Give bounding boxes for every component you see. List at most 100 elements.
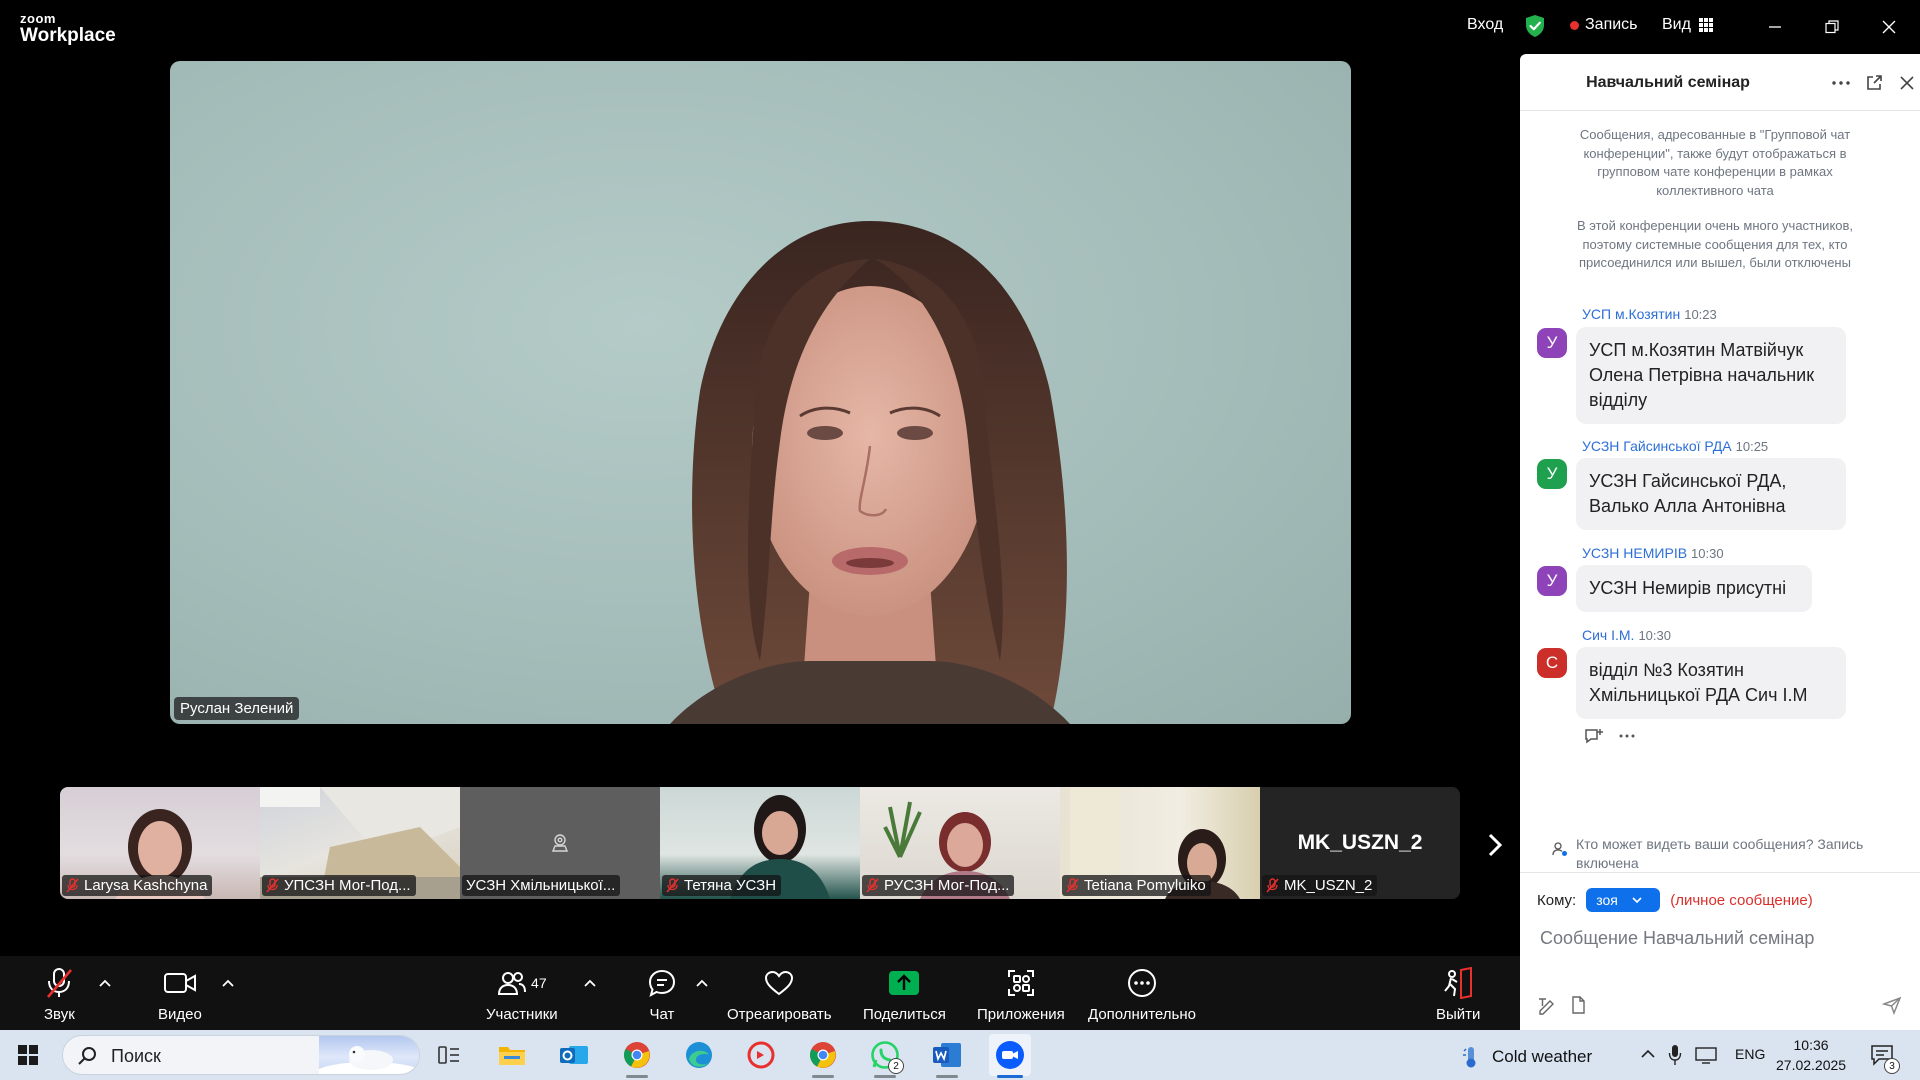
apps-label: Приложения	[977, 1006, 1065, 1023]
next-page-arrow-icon[interactable]	[1480, 820, 1510, 870]
participants-icon	[498, 972, 527, 995]
message-header: УСП м.Козятин 10:23	[1582, 306, 1717, 322]
file-explorer-icon[interactable]	[491, 1034, 533, 1076]
more-actions-icon[interactable]	[1619, 734, 1635, 738]
recipient-row: Кому: зоя (личное сообщение)	[1537, 888, 1813, 912]
taskbar-search[interactable]: Поиск	[62, 1035, 420, 1075]
audio-options-chevron-icon[interactable]	[98, 978, 112, 988]
view-button[interactable]: Вид	[1662, 16, 1713, 34]
message-input[interactable]: Сообщение Навчальний семінар	[1540, 928, 1814, 949]
system-message: Сообщения, адресованные в "Групповой чат…	[1579, 127, 1851, 198]
participant-tile[interactable]: Тетяна УСЗН	[660, 787, 860, 899]
participant-tile[interactable]: Tetiana Pomyluiko	[1060, 787, 1260, 899]
apps-button[interactable]: Приложения	[977, 966, 1065, 1023]
participants-button[interactable]: 47 Участники	[486, 966, 558, 1023]
notifications-icon[interactable]: 3	[1862, 1034, 1902, 1076]
participants-options-chevron-icon[interactable]	[583, 978, 597, 988]
task-view-icon[interactable]	[428, 1034, 470, 1076]
tray-chevron-up-icon[interactable]	[1640, 1048, 1656, 1060]
chat-more-options-icon[interactable]	[1830, 72, 1852, 94]
message-sender[interactable]: УСП м.Козятин	[1582, 306, 1680, 322]
participants-label: Участники	[486, 1006, 558, 1023]
participant-tile[interactable]: РУСЗН Мог-Под...	[860, 787, 1060, 899]
pop-out-icon[interactable]	[1863, 72, 1885, 94]
mic-muted-icon	[866, 878, 879, 893]
word-icon[interactable]	[926, 1034, 968, 1078]
mic-muted-icon	[266, 878, 279, 893]
brand-large: Workplace	[20, 25, 116, 46]
participant-tile[interactable]: Larysa Kashchyna	[60, 787, 260, 899]
participant-name: РУСЗН Мог-Под...	[884, 877, 1010, 894]
mic-muted-icon	[47, 968, 73, 998]
language-indicator[interactable]: ENG	[1735, 1046, 1765, 1062]
message-bubble: УСП м.Козятин Матвійчук Олена Петрівна н…	[1576, 327, 1846, 424]
camera-off-placeholder-icon	[551, 834, 569, 852]
security-shield-icon[interactable]	[1524, 14, 1546, 38]
more-label: Дополнительно	[1088, 1006, 1196, 1023]
composer-divider	[1520, 872, 1920, 873]
chrome-profile-icon[interactable]	[802, 1034, 844, 1078]
whatsapp-icon[interactable]: 2	[864, 1034, 906, 1078]
share-arrow-up-icon	[889, 971, 920, 995]
message-bubble: УСЗН Немирів присутні	[1576, 565, 1812, 612]
leave-button[interactable]: Выйти	[1436, 966, 1480, 1023]
search-icon	[78, 1047, 96, 1065]
mic-muted-icon	[666, 878, 679, 893]
video-camera-icon	[163, 973, 196, 993]
participant-tile[interactable]: MK_USZN_2 MK_USZN_2	[1260, 787, 1460, 899]
speaker-name-tag: Руслан Зелений	[174, 697, 300, 720]
chat-options-chevron-icon[interactable]	[695, 978, 709, 988]
participant-name-tag: MK_USZN_2	[1262, 875, 1378, 896]
close-chat-icon[interactable]	[1896, 72, 1918, 94]
react-label: Отреагировать	[727, 1006, 832, 1023]
thermometer-icon	[1463, 1047, 1476, 1068]
video-options-chevron-icon[interactable]	[221, 978, 235, 988]
recipient-select[interactable]: зоя	[1586, 888, 1661, 912]
zoom-logo: zoom Workplace	[20, 12, 116, 45]
edge-icon[interactable]	[678, 1034, 720, 1076]
record-dot-icon	[1570, 20, 1579, 30]
microphone-tray-icon[interactable]	[1668, 1044, 1682, 1066]
message-time: 10:30	[1691, 546, 1724, 561]
format-text-icon[interactable]	[1537, 995, 1557, 1015]
chrome-icon[interactable]	[616, 1034, 658, 1078]
react-button[interactable]: Отреагировать	[727, 966, 832, 1023]
search-highlight-image	[319, 1036, 419, 1074]
zoom-taskbar-icon[interactable]	[989, 1034, 1031, 1078]
audio-button[interactable]: Звук	[44, 966, 75, 1023]
login-button[interactable]: Вход	[1467, 16, 1503, 34]
privacy-note[interactable]: Кто может видеть ваши сообщения? Запись …	[1550, 835, 1910, 873]
participant-tile[interactable]: УПСЗН Мог-Под...	[260, 787, 460, 899]
leave-door-icon	[1444, 967, 1473, 999]
chat-bubble-icon	[648, 969, 676, 998]
share-screen-button[interactable]: Поделиться	[863, 966, 946, 1023]
network-tray-icon[interactable]	[1695, 1046, 1717, 1064]
clock[interactable]: 10:36 27.02.2025	[1776, 1035, 1846, 1075]
chat-button[interactable]: Чат	[647, 966, 677, 1023]
private-message-note: (личное сообщение)	[1670, 891, 1813, 909]
participant-name-tag: Larysa Kashchyna	[62, 875, 213, 896]
minimize-window-icon[interactable]	[1762, 14, 1788, 40]
attach-file-icon[interactable]	[1568, 995, 1588, 1015]
weather-widget[interactable]: Cold weather	[1462, 1045, 1592, 1069]
audio-label: Звук	[44, 1006, 75, 1023]
outlook-icon[interactable]	[553, 1034, 595, 1076]
participant-tile[interactable]: УСЗН Хмільницької...	[460, 787, 660, 899]
active-speaker-video[interactable]: Руслан Зелений	[170, 61, 1351, 724]
send-icon[interactable]	[1882, 995, 1902, 1015]
message-header: Сич І.М. 10:30	[1582, 627, 1671, 643]
to-label: Кому:	[1537, 891, 1577, 909]
message-sender[interactable]: УСЗН Гайсинської РДА	[1582, 438, 1732, 454]
windows-start-icon[interactable]	[18, 1045, 38, 1065]
more-button[interactable]: Дополнительно	[1088, 966, 1196, 1023]
weather-text: Cold weather	[1492, 1047, 1593, 1066]
video-button[interactable]: Видео	[158, 966, 202, 1023]
close-window-icon[interactable]	[1876, 14, 1902, 40]
reply-thread-icon[interactable]	[1583, 727, 1605, 745]
message-sender[interactable]: УСЗН НЕМИРІВ	[1582, 545, 1687, 561]
message-sender[interactable]: Сич І.М.	[1582, 627, 1634, 643]
restore-window-icon[interactable]	[1819, 14, 1845, 40]
app-sync-icon[interactable]	[740, 1034, 782, 1076]
chat-title: Навчальний семінар	[1586, 74, 1750, 91]
record-indicator[interactable]: Запись	[1570, 16, 1638, 34]
